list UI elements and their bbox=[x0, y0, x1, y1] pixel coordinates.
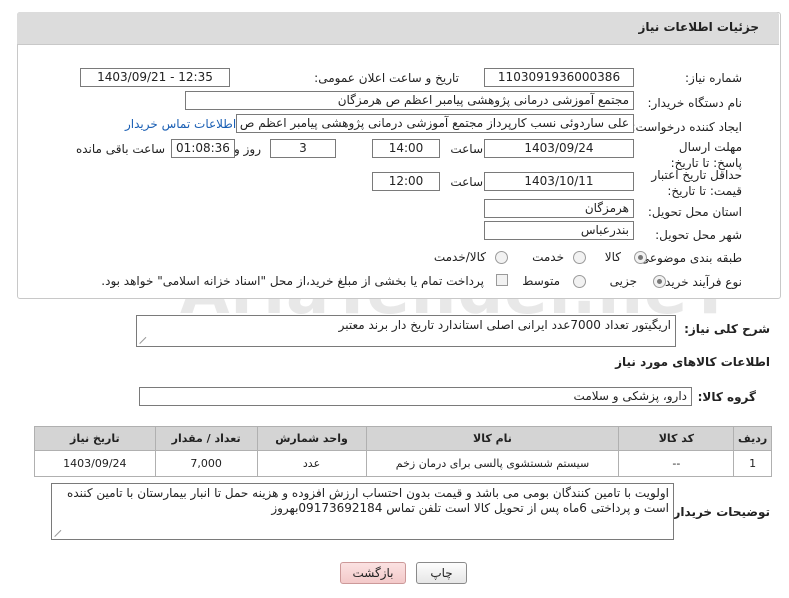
table-header-row: ردیف کد کالا نام کالا واحد شمارش تعداد /… bbox=[34, 426, 772, 451]
creator-field[interactable]: علی ساردوئی نسب کارپرداز مجتمع آموزشی در… bbox=[236, 114, 634, 133]
resize-grip-icon[interactable] bbox=[140, 336, 148, 344]
cell-code: -- bbox=[618, 450, 735, 477]
col-name: نام کالا bbox=[365, 426, 620, 451]
process-radio-medium[interactable] bbox=[573, 275, 586, 288]
col-row: ردیف bbox=[733, 426, 772, 451]
goods-group-label: گروه کالا: bbox=[697, 390, 756, 404]
print-button[interactable]: چاپ bbox=[416, 562, 467, 584]
process-option-minor: جزیی bbox=[609, 274, 637, 288]
treasury-note: پرداخت تمام یا بخشی از مبلغ خرید،از محل … bbox=[101, 274, 484, 288]
buyer-contact-link[interactable]: اطلاعات تماس خریدار bbox=[125, 117, 236, 131]
buyer-notes-text: اولویت با تامین کنندگان بومی می باشد و ق… bbox=[67, 486, 669, 515]
validity-time-field[interactable]: 12:00 bbox=[372, 172, 440, 191]
goods-group-field[interactable]: دارو، پزشکی و سلامت bbox=[139, 387, 692, 406]
buyer-notes-label: توضیحات خریدار: bbox=[668, 505, 770, 519]
treasury-checkbox[interactable] bbox=[496, 274, 508, 286]
process-option-medium: متوسط bbox=[522, 274, 560, 288]
process-label: نوع فرآیند خرید : bbox=[657, 275, 742, 289]
category-option-both: کالا/خدمت bbox=[433, 250, 486, 264]
buyer-label: نام دستگاه خریدار: bbox=[647, 96, 743, 110]
col-unit: واحد شمارش bbox=[256, 426, 367, 451]
panel-title: جزئیات اطلاعات نیاز bbox=[638, 20, 759, 34]
remaining-time-field[interactable]: 01:08:36 bbox=[171, 139, 235, 158]
goods-table: ردیف کد کالا نام کالا واحد شمارش تعداد /… bbox=[34, 426, 772, 477]
announce-field[interactable]: 1403/09/21 - 12:35 bbox=[80, 68, 230, 87]
category-radio-goods[interactable] bbox=[634, 251, 647, 264]
city-label: شهر محل تحویل: bbox=[655, 228, 742, 242]
goods-info-title: اطلاعات کالاهای مورد نیاز bbox=[615, 355, 770, 369]
deadline-time-word: ساعت bbox=[450, 142, 483, 156]
buyer-field[interactable]: مجتمع آموزشی درمانی پژوهشی پیامبر اعظم ص… bbox=[185, 91, 634, 110]
category-radio-service[interactable] bbox=[573, 251, 586, 264]
deadline-time-field[interactable]: 14:00 bbox=[372, 139, 440, 158]
table-row[interactable]: 1 -- سیستم شستشوی پالسی برای درمان زخم ع… bbox=[34, 450, 772, 477]
validity-label: حداقل تاریخ اعتبار قیمت: تا تاریخ: bbox=[651, 168, 742, 198]
need-number-field[interactable]: 1103091936000386 bbox=[484, 68, 634, 87]
cell-name: سیستم شستشوی پالسی برای درمان زخم bbox=[365, 450, 620, 477]
process-radio-minor[interactable] bbox=[653, 275, 666, 288]
category-label: طبقه بندی موضوعی: bbox=[635, 251, 742, 265]
city-field[interactable]: بندرعباس bbox=[484, 221, 634, 240]
remaining-word: ساعت باقی مانده bbox=[75, 142, 165, 156]
category-option-service: خدمت bbox=[532, 250, 564, 264]
general-desc-text: اریگیتور تعداد 7000عدد ایرانی اصلی استان… bbox=[338, 318, 671, 332]
province-label: استان محل تحویل: bbox=[647, 205, 742, 219]
validity-time-word: ساعت bbox=[450, 175, 483, 189]
creator-label: ایجاد کننده درخواست: bbox=[631, 120, 742, 134]
general-desc-textarea[interactable]: اریگیتور تعداد 7000عدد ایرانی اصلی استان… bbox=[136, 315, 676, 347]
category-option-goods: کالا bbox=[604, 250, 621, 264]
col-code: کد کالا bbox=[618, 426, 735, 451]
buyer-notes-textarea[interactable]: اولویت با تامین کنندگان بومی می باشد و ق… bbox=[51, 483, 674, 540]
cell-row: 1 bbox=[733, 450, 772, 477]
back-button[interactable]: بازگشت bbox=[340, 562, 406, 584]
deadline-date-field[interactable]: 1403/09/24 bbox=[484, 139, 634, 158]
province-field[interactable]: هرمزگان bbox=[484, 199, 634, 218]
cell-qty: 7,000 bbox=[154, 450, 258, 477]
col-qty: تعداد / مقدار bbox=[154, 426, 258, 451]
validity-date-field[interactable]: 1403/10/11 bbox=[484, 172, 634, 191]
announce-label: تاریخ و ساعت اعلان عمومی: bbox=[314, 71, 459, 85]
general-desc-label: شرح کلی نیاز: bbox=[684, 322, 770, 336]
col-date: تاریخ نیاز bbox=[34, 426, 156, 451]
category-radio-both[interactable] bbox=[495, 251, 508, 264]
resize-grip-icon[interactable] bbox=[55, 529, 63, 537]
days-word: روز و bbox=[234, 142, 261, 156]
need-number-label: شماره نیاز: bbox=[685, 71, 742, 85]
cell-date: 1403/09/24 bbox=[34, 450, 156, 477]
days-field[interactable]: 3 bbox=[270, 139, 336, 158]
cell-unit: عدد bbox=[256, 450, 367, 477]
